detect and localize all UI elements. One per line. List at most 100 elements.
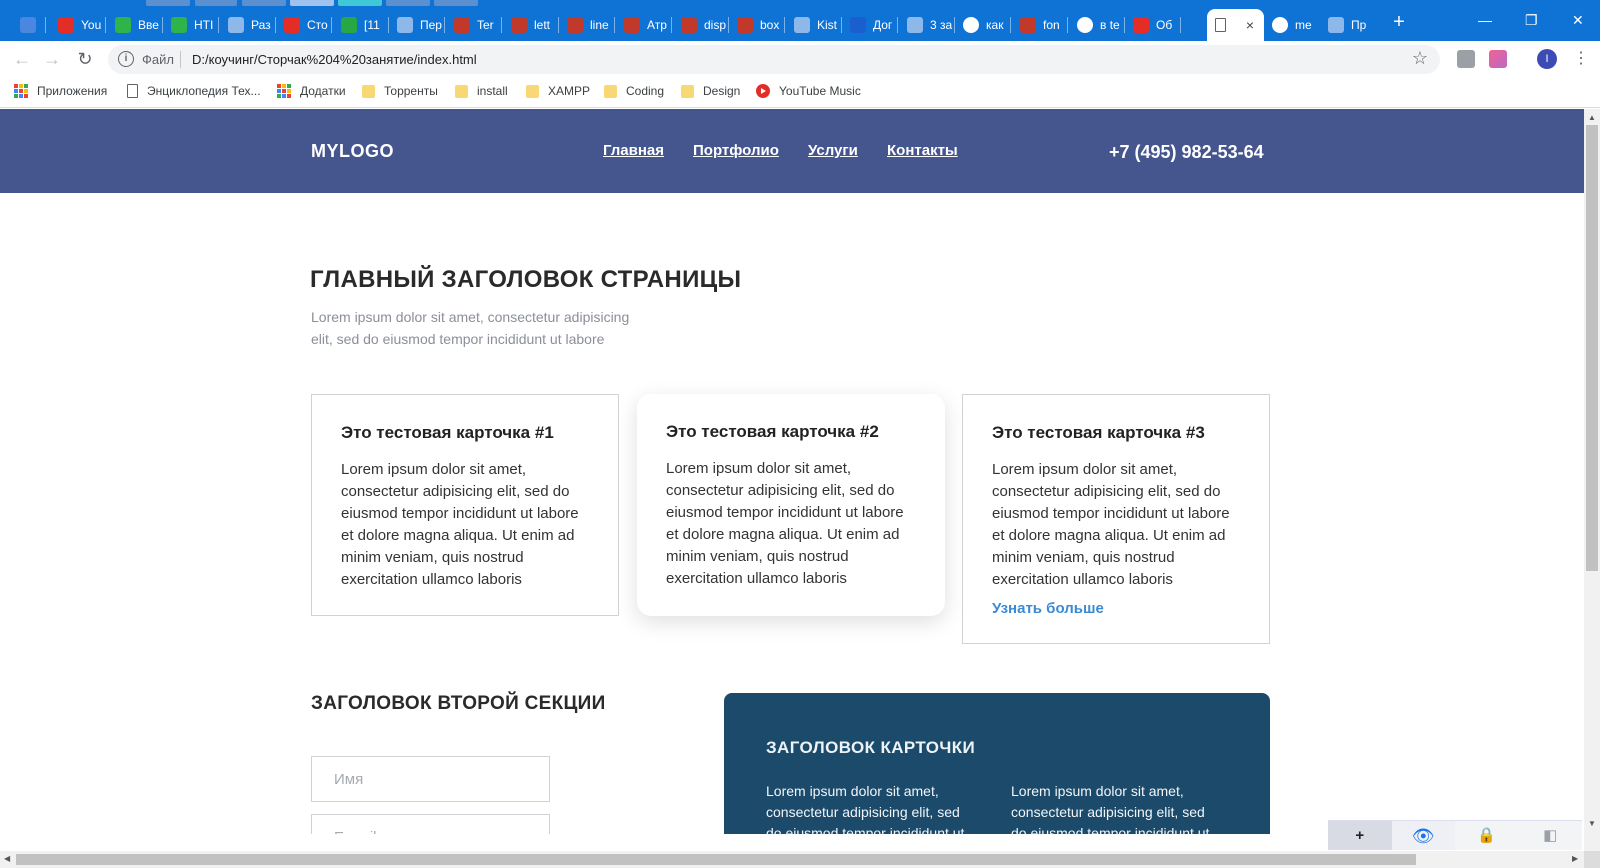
site-logo[interactable]: MYLOGO [311, 141, 394, 162]
close-window-button[interactable]: ✕ [1572, 12, 1584, 29]
browser-tab[interactable]: 3 за [899, 9, 955, 41]
header-phone[interactable]: +7 (495) 982-53-64 [1109, 142, 1264, 163]
browser-tab[interactable]: fon [1012, 9, 1068, 41]
lock-icon[interactable]: 🔒 [1455, 821, 1519, 850]
tab-label: Вве [138, 18, 159, 32]
browser-tab[interactable] [12, 9, 46, 41]
horizontal-scrollbar[interactable]: ◀ ▶ [0, 851, 1584, 868]
tab-label: box [760, 18, 780, 32]
scroll-up-icon[interactable]: ▲ [1588, 113, 1596, 122]
browser-tab[interactable]: Пр [1320, 9, 1376, 41]
nav-link-portfolio[interactable]: Портфолио [693, 142, 779, 159]
panel-icon[interactable]: ◧ [1518, 821, 1582, 850]
browser-tab[interactable]: line [559, 9, 615, 41]
browser-tab[interactable]: HTI [163, 9, 219, 41]
active-tab[interactable]: × [1207, 9, 1264, 41]
browser-tab[interactable]: Раз [220, 9, 276, 41]
bookmark-item[interactable]: install [455, 84, 508, 98]
tab-separator [218, 17, 219, 33]
tab-favicon-icon [963, 17, 979, 33]
address-url[interactable]: D:/коучинг/Сторчак%204%20занятие/index.h… [192, 52, 477, 67]
browser-tab[interactable]: Сто [276, 9, 332, 41]
browser-toolbar: ← → ↻ i Файл D:/коучинг/Сторчак%204%20за… [0, 41, 1600, 77]
page-viewport: MYLOGO Главная Портфолио Услуги Контакты… [0, 109, 1584, 834]
browser-tab[interactable]: Атр [616, 9, 672, 41]
learn-more-link[interactable]: Узнать больше [992, 600, 1241, 617]
add-icon[interactable]: + [1328, 821, 1392, 850]
tab-label: me [1295, 18, 1312, 32]
browser-tab[interactable]: disp [673, 9, 729, 41]
site-info-icon[interactable]: i [118, 51, 134, 67]
profile-avatar[interactable]: I [1537, 49, 1557, 69]
tab-label: Дог [873, 18, 893, 32]
nav-link-services[interactable]: Услуги [808, 142, 858, 159]
bookmark-item[interactable]: Coding [604, 84, 664, 98]
address-bar[interactable]: i Файл D:/коучинг/Сторчак%204%20занятие/… [108, 45, 1440, 74]
bookmark-item[interactable]: Design [681, 84, 740, 98]
browser-tab[interactable]: Дог [842, 9, 898, 41]
test-card-2: Это тестовая карточка #2 Lorem ipsum dol… [637, 394, 945, 616]
card-text: Lorem ipsum dolor sit amet, consectetur … [666, 460, 904, 587]
apps-icon [14, 84, 28, 98]
browser-tab[interactable]: Вве [107, 9, 163, 41]
eye-icon[interactable]: 👁 [1391, 821, 1455, 850]
restore-button[interactable]: ❐ [1525, 12, 1538, 29]
menu-kebab-icon[interactable]: ⋮ [1573, 48, 1589, 68]
forward-arrow-icon[interactable]: → [42, 49, 62, 69]
taskbar-preview [242, 0, 286, 6]
browser-tab[interactable]: в te [1069, 9, 1125, 41]
tab-label: Сто [307, 18, 328, 32]
dark-info-card: ЗАГОЛОВОК КАРТОЧКИ Lorem ipsum dolor sit… [724, 693, 1270, 834]
bookmark-item[interactable]: Торренты [362, 84, 438, 98]
tab-favicon-icon [341, 17, 357, 33]
bookmark-item[interactable]: Додатки [277, 84, 346, 98]
bookmark-label: Coding [626, 84, 665, 98]
scrollbar-corner [1584, 851, 1600, 868]
browser-tab[interactable]: lett [503, 9, 559, 41]
bookmark-label: install [477, 84, 508, 98]
folder-icon [526, 84, 539, 98]
folder-icon [362, 84, 375, 98]
tab-favicon-icon [1272, 17, 1288, 33]
browser-tab[interactable]: [11 [333, 9, 389, 41]
minimize-button[interactable]: — [1478, 12, 1492, 28]
browser-tab[interactable]: me [1264, 9, 1320, 41]
browser-tab[interactable]: Пер [389, 9, 445, 41]
extension-icon[interactable] [1457, 50, 1475, 68]
nav-link-home[interactable]: Главная [603, 142, 664, 159]
browser-tab[interactable]: box [729, 9, 785, 41]
tab-favicon-icon [681, 17, 697, 33]
bookmark-item[interactable]: YouTube Music [756, 84, 861, 98]
browser-tab[interactable]: Kist [786, 9, 842, 41]
tab-separator [897, 17, 898, 33]
browser-tab[interactable]: Ter [446, 9, 502, 41]
horizontal-scroll-thumb[interactable] [16, 854, 1416, 865]
new-tab-button[interactable]: + [1388, 12, 1410, 34]
browser-tab[interactable]: Об [1125, 9, 1181, 41]
bookmark-star-icon[interactable]: ☆ [1412, 48, 1428, 69]
tab-favicon-icon [1328, 17, 1344, 33]
back-arrow-icon[interactable]: ← [12, 49, 32, 69]
vertical-scroll-thumb[interactable] [1586, 125, 1598, 571]
scroll-right-icon[interactable]: ▶ [1572, 854, 1578, 863]
vertical-scrollbar[interactable]: ▲ ▼ [1584, 109, 1600, 851]
nav-link-contacts[interactable]: Контакты [887, 142, 958, 159]
bookmark-item[interactable]: XAMPP [526, 84, 590, 98]
close-tab-icon[interactable]: × [1246, 17, 1254, 33]
dark-card-col-1: Lorem ipsum dolor sit amet, consectetur … [766, 783, 965, 834]
bookmark-item[interactable]: Энциклопедия Тех... [127, 84, 261, 98]
bookmark-item[interactable]: Приложения [14, 84, 107, 98]
section-two-title: ЗАГОЛОВОК ВТОРОЙ СЕКЦИИ [311, 693, 606, 714]
scroll-left-icon[interactable]: ◀ [4, 854, 10, 863]
tab-separator [1010, 17, 1011, 33]
tab-label: в te [1100, 18, 1120, 32]
overlay-toolbar: + 👁 🔒 ◧ [1328, 820, 1582, 850]
reload-icon[interactable]: ↻ [75, 49, 95, 69]
browser-tab[interactable]: You [50, 9, 106, 41]
browser-tab[interactable]: как [955, 9, 1011, 41]
address-divider [180, 51, 181, 68]
email-field[interactable] [311, 814, 550, 834]
name-field[interactable] [311, 756, 550, 802]
scroll-down-icon[interactable]: ▼ [1588, 819, 1596, 828]
extension-icon[interactable] [1489, 50, 1507, 68]
